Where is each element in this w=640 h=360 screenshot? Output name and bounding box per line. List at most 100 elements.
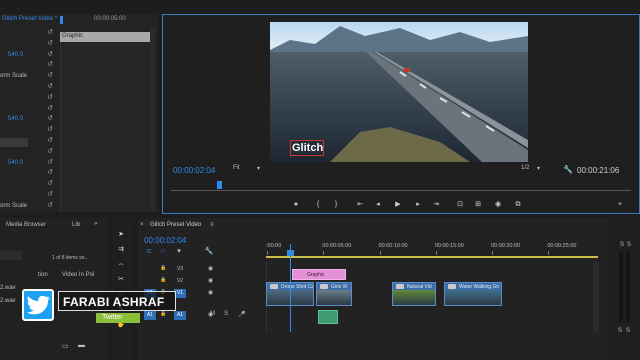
playhead-handle-icon[interactable] [287,250,294,256]
eye-icon[interactable]: ◉ [208,289,213,296]
reset-parameter-icon[interactable]: ↺ [46,94,54,102]
track-label[interactable]: V3 [174,265,186,274]
go-to-in-icon[interactable]: ⇤ [355,201,365,209]
graphic-clip[interactable]: Graphic [292,269,346,280]
camera-icon[interactable]: ◉ [493,201,503,209]
reset-parameter-icon[interactable]: ↺ [46,72,54,80]
add-marker-icon[interactable]: ● [291,201,301,209]
track-select-tool-icon[interactable]: ⇉ [116,246,126,254]
close-icon[interactable]: × [140,222,144,228]
selection-tool-icon[interactable]: ➤ [116,231,126,239]
work-area-bar[interactable] [266,256,598,258]
resolution-dropdown[interactable]: 1/2 ▾ [521,165,551,175]
scrubber-playhead[interactable] [217,181,222,189]
effect-timeline-area[interactable] [60,32,152,212]
effect-controls-timecode: 00:00:05:00 [94,16,126,22]
search-input[interactable] [0,251,22,260]
linked-selection-icon[interactable]: ∩ [158,248,168,256]
play-icon[interactable]: ▶ [393,201,403,209]
reset-parameter-icon[interactable]: ↺ [46,61,54,69]
lock-track-icon[interactable]: 🔒 [160,265,166,271]
solo-left-button[interactable]: S [618,328,622,334]
go-to-out-icon[interactable]: ⇥ [431,201,441,209]
fx-badge-icon [270,284,278,289]
monitor-scrubber[interactable] [171,181,631,193]
reset-parameter-icon[interactable]: ↺ [46,148,54,156]
column-header-video-in-point[interactable]: Video In Poi [62,272,94,278]
compare-view-icon[interactable]: ⧉ [513,201,523,209]
step-back-icon[interactable]: ◂ [373,201,383,209]
bird-glyph [26,295,51,315]
timeline-title[interactable]: Glitch Preset Video [150,222,201,228]
panel-menu-icon[interactable]: » [94,221,97,227]
twitter-icon [22,289,54,321]
reset-parameter-icon[interactable]: ↺ [46,169,54,177]
reset-parameter-icon[interactable]: ↺ [46,105,54,113]
column-header-duration[interactable]: tion [38,272,48,278]
folder-icon[interactable]: ▬ [78,342,85,349]
reset-parameter-icon[interactable]: ↺ [46,202,54,210]
duration-timecode: 00:00:21:06 [577,166,620,175]
insert-icon[interactable]: ⊡ [455,201,465,209]
effect-row-value[interactable]: 540.0 [8,50,23,60]
add-marker-icon[interactable]: ▾ [174,248,184,256]
fit-dropdown[interactable]: Fit ▾ [233,165,269,175]
reset-parameter-icon[interactable]: ↺ [46,126,54,134]
playhead-marker-icon[interactable] [60,16,63,24]
effect-row: ↺ [0,82,60,92]
source-patch-toggle[interactable] [144,265,156,274]
tab-media-browser[interactable]: Media Browser [6,222,46,228]
settings-wrench-icon[interactable]: 🔧 [204,248,214,256]
track-label[interactable]: V2 [174,277,186,286]
eye-icon[interactable]: ◉ [208,277,213,284]
timeline-timecode[interactable]: 00:00:02:04 [144,236,186,245]
video-clip[interactable]: Water Walking Gir [444,282,502,306]
mute-track-button[interactable]: M [210,311,215,317]
panel-menu-icon[interactable]: ≡ [210,222,214,228]
reset-parameter-icon[interactable]: ↺ [46,159,54,167]
reset-parameter-icon[interactable]: ↺ [46,180,54,188]
microphone-icon[interactable]: 🎤 [238,311,245,318]
sequence-label[interactable]: Glitch Preset Video * [2,16,57,22]
timeline-playhead[interactable] [290,244,291,332]
effect-row-value[interactable]: 540.0 [8,114,23,124]
eye-icon[interactable]: ◉ [208,265,213,272]
timeline-scrollbar[interactable] [593,262,599,332]
reset-parameter-icon[interactable]: ↺ [46,115,54,123]
solo-right-button[interactable]: S [626,328,630,334]
value-field-highlight[interactable] [0,138,28,147]
reset-parameter-icon[interactable]: ↺ [46,137,54,145]
step-forward-icon[interactable]: ▸ [413,201,423,209]
overwrite-icon[interactable]: ⊞ [473,201,483,209]
reset-parameter-icon[interactable]: ↺ [46,29,54,37]
source-patch-toggle[interactable] [144,277,156,286]
clip-thumbnail [445,290,501,305]
ripple-edit-tool-icon[interactable]: ⇔ [116,261,126,269]
reset-parameter-icon[interactable]: ↺ [46,51,54,59]
list-view-icon[interactable]: ▭ [62,342,69,350]
reset-parameter-icon[interactable]: ↺ [46,40,54,48]
add-button-icon[interactable]: + [615,201,625,209]
file-row-2[interactable]: 2.wav [0,298,16,304]
reset-parameter-icon[interactable]: ↺ [46,191,54,199]
video-clip[interactable]: Girls W [316,282,352,306]
video-frame[interactable]: Glitch [270,22,528,162]
solo-track-button[interactable]: S [224,311,228,317]
file-row-1[interactable]: 2.wav [0,285,16,291]
razor-tool-icon[interactable]: ✂ [116,276,126,284]
current-timecode[interactable]: 00:00:02:04 [173,166,215,175]
mark-out-icon[interactable]: } [331,201,341,209]
scrollbar[interactable] [150,28,155,212]
effect-row-value[interactable]: 540.0 [8,158,23,168]
snap-icon[interactable]: ⊂ [144,248,154,256]
audio-clip[interactable] [318,310,338,324]
video-clip[interactable]: Natural Vid [392,282,436,306]
tab-libraries[interactable]: Lib [72,222,80,228]
wrench-icon[interactable]: 🔧 [563,165,573,174]
overlay-text-box[interactable]: Glitch [290,140,324,156]
lock-track-icon[interactable]: 🔒 [160,277,166,283]
reset-parameter-icon[interactable]: ↺ [46,83,54,91]
meter-label-left: S [620,242,625,248]
graphic-clip-label-bar[interactable]: Graphic [60,32,150,42]
mark-in-icon[interactable]: { [313,201,323,209]
